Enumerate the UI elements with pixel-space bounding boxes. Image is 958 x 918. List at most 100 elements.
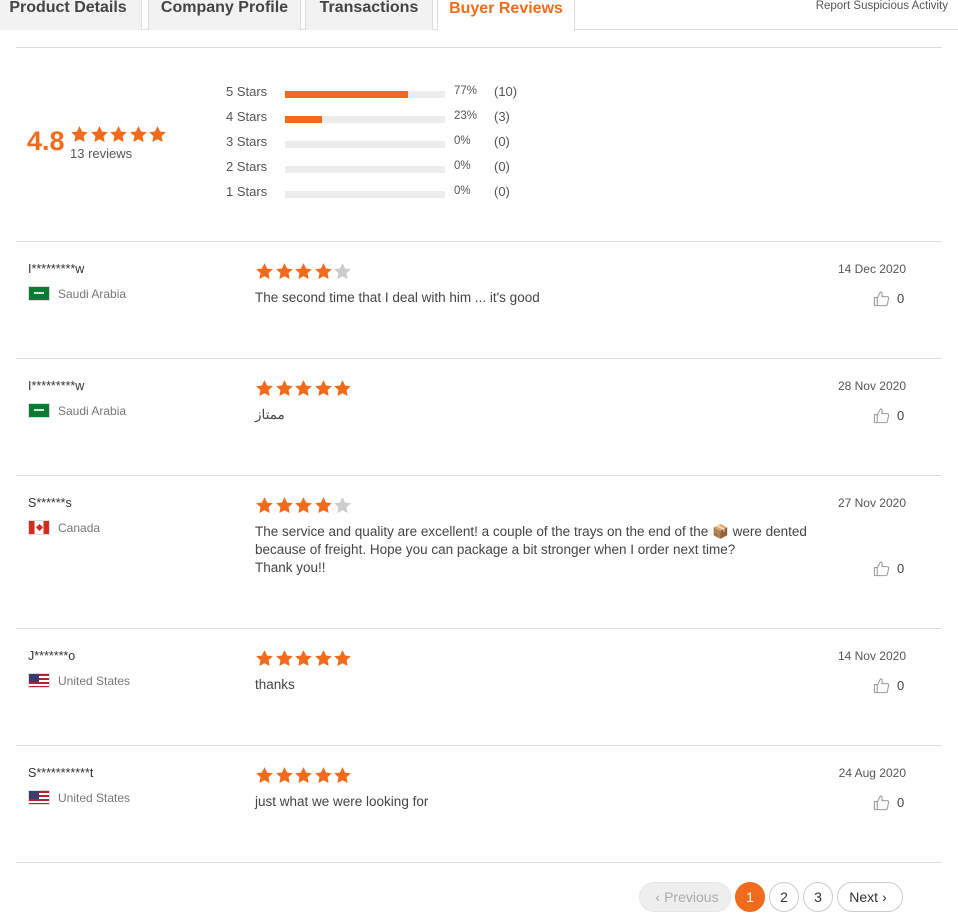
next-page-button[interactable]: Next › (837, 882, 903, 912)
divider (16, 358, 942, 359)
distribution-bar (285, 166, 445, 173)
pagination: ‹ Previous 1 2 3 Next › (639, 882, 907, 912)
page-1-button[interactable]: 1 (735, 882, 765, 912)
star-filled-icon (314, 767, 332, 783)
star-filled-icon (256, 263, 273, 279)
star-filled-icon (295, 650, 312, 666)
distribution-count: (0) (494, 184, 510, 199)
united-states-flag-icon (28, 790, 50, 805)
average-rating: 4.8 (27, 126, 65, 156)
star-filled-icon (275, 497, 293, 513)
divider (16, 745, 942, 746)
page-2-button[interactable]: 2 (769, 882, 799, 912)
canada-flag-icon (28, 520, 50, 535)
tab-company-profile[interactable]: Company Profile (148, 0, 301, 30)
distribution-count: (0) (494, 134, 510, 149)
distribution-percent: 23% (454, 110, 478, 122)
united-states-flag-icon (28, 673, 50, 688)
tab-transactions[interactable]: Transactions (305, 0, 433, 30)
helpful-button[interactable]: 0 (873, 290, 904, 307)
distribution-bar (285, 116, 445, 123)
review-date: 14 Dec 2020 (837, 262, 906, 276)
summary-stars (70, 125, 168, 143)
review-stars (255, 649, 353, 667)
reviewer-country: Canada (28, 520, 100, 535)
star-filled-icon (334, 380, 351, 396)
previous-label: Previous (664, 889, 719, 905)
tab-bar: Product Details Company Profile Transact… (0, 0, 958, 31)
thumbs-up-icon (873, 795, 890, 811)
distribution-bar (285, 91, 445, 98)
star-filled-icon (314, 380, 332, 396)
star-filled-icon (256, 650, 273, 666)
star-filled-icon (314, 650, 332, 666)
distribution-percent: 77% (454, 85, 478, 97)
distribution-label: 4 Stars (226, 109, 268, 124)
helpful-button[interactable]: 0 (873, 407, 904, 424)
star-filled-icon (334, 767, 351, 783)
reviewer-country: United States (28, 790, 130, 805)
tab-product-details[interactable]: Product Details (0, 0, 142, 30)
distribution-percent: 0% (454, 185, 471, 197)
star-filled-icon (275, 380, 293, 396)
divider (16, 47, 942, 48)
helpful-count: 0 (897, 408, 905, 423)
distribution-fill (285, 91, 409, 98)
report-suspicious-activity-link[interactable]: Report Suspicious Activity (816, 0, 948, 12)
star-filled-icon (275, 767, 293, 783)
review-comment: just what we were looking for (255, 794, 429, 809)
reviewer-country: United States (28, 673, 130, 688)
divider (16, 475, 942, 476)
review-stars (255, 766, 353, 784)
helpful-button[interactable]: 0 (873, 677, 904, 694)
country-name: Saudi Arabia (58, 403, 127, 418)
reviewer-name: S******s (28, 496, 72, 510)
country-name: Saudi Arabia (58, 286, 127, 301)
reviewer-name: S***********t (28, 766, 94, 780)
review-date: 14 Nov 2020 (837, 649, 906, 663)
review-date: 27 Nov 2020 (837, 496, 906, 510)
reviewer-name: J*******o (28, 649, 76, 663)
reviewer-name: I*********w (28, 379, 85, 393)
distribution-percent: 0% (454, 160, 471, 172)
previous-page-button[interactable]: ‹ Previous (639, 882, 731, 912)
helpful-button[interactable]: 0 (873, 794, 904, 811)
helpful-count: 0 (897, 678, 905, 693)
star-filled-icon (256, 497, 273, 513)
tab-buyer-reviews[interactable]: Buyer Reviews (437, 0, 575, 31)
thumbs-up-icon (873, 678, 890, 694)
distribution-percent: 0% (454, 135, 471, 147)
review-comment: thanks (255, 677, 295, 692)
distribution-count: (0) (494, 159, 510, 174)
distribution-count: (3) (494, 109, 510, 124)
star-filled-icon (149, 126, 166, 142)
star-filled-icon (256, 380, 273, 396)
review-comment: The service and quality are excellent! a… (255, 524, 807, 575)
page-3-button[interactable]: 3 (803, 882, 833, 912)
star-empty-icon (334, 497, 351, 513)
star-filled-icon (314, 263, 332, 279)
chevron-right-icon: › (882, 889, 887, 905)
star-empty-icon (334, 263, 351, 279)
helpful-button[interactable]: 0 (873, 560, 904, 577)
divider (16, 862, 942, 863)
star-filled-icon (275, 263, 293, 279)
star-filled-icon (295, 263, 312, 279)
saudi-arabia-flag-icon (28, 403, 50, 418)
star-filled-icon (110, 126, 127, 142)
distribution-label: 5 Stars (226, 84, 268, 99)
distribution-label: 3 Stars (226, 134, 268, 149)
star-filled-icon (295, 497, 312, 513)
distribution-label: 1 Stars (226, 184, 268, 199)
country-name: United States (58, 673, 131, 688)
divider (16, 628, 942, 629)
review-comment: ممتاز (255, 407, 285, 422)
review-stars (255, 496, 353, 514)
star-filled-icon (314, 497, 332, 513)
review-stars (255, 379, 353, 397)
distribution-count: (10) (494, 84, 518, 99)
review-count: 13 reviews (70, 146, 133, 161)
next-label: Next (849, 889, 879, 905)
reviewer-country: Saudi Arabia (28, 403, 126, 418)
helpful-count: 0 (897, 291, 905, 306)
